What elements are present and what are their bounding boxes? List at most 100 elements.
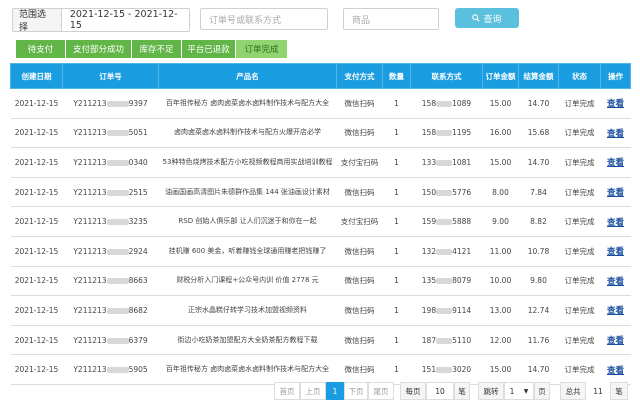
- tab-refunded[interactable]: 平台已退款: [182, 40, 236, 58]
- redacted-mark: [106, 307, 129, 314]
- cell-status: 订单完成: [558, 295, 601, 326]
- col-header-quantity: 数量: [382, 63, 411, 89]
- order-search-input[interactable]: 订单号或联系方式: [200, 8, 328, 30]
- order-no-prefix: Y211213: [73, 187, 107, 197]
- cell-payment: 支付宝扫码: [336, 206, 383, 237]
- phone-prefix: 132: [421, 246, 437, 256]
- redacted-mark: [106, 367, 129, 374]
- order-no-suffix: 2924: [128, 246, 148, 256]
- col-header-status: 状态: [558, 63, 601, 89]
- cell-order-no: Y211213 5905: [62, 354, 159, 385]
- cell-payment: 微信扫码: [336, 88, 383, 119]
- cell-product: 油画国画高清图片朱德群作品集 144 张油画设计素材: [158, 177, 337, 208]
- cell-quantity: 1: [382, 295, 411, 326]
- cell-product: 街边小吃奶茶加盟配方大全奶茶配方教程下载: [158, 325, 337, 356]
- cell-quantity: 1: [382, 206, 411, 237]
- cell-order-no: Y211213 8663: [62, 266, 159, 297]
- cell-date: 2021-12-15: [10, 118, 63, 149]
- cell-settlement: 7.84: [518, 177, 559, 208]
- cell-status: 订单完成: [558, 206, 601, 237]
- cell-settlement: 14.70: [518, 88, 559, 119]
- phone-prefix: 135: [421, 276, 437, 286]
- cell-amount: 10.00: [482, 266, 519, 297]
- cell-amount: 15.00: [482, 88, 519, 119]
- cell-order-no: Y211213 2515: [62, 177, 159, 208]
- cell-date: 2021-12-15: [10, 295, 63, 326]
- view-order-link[interactable]: 查看: [607, 277, 624, 287]
- product-search-input[interactable]: 商品: [343, 8, 439, 30]
- cell-product: 53种特色烧烤技术配方小吃视频教程商用实战培训教程: [158, 147, 337, 178]
- cell-amount: 8.00: [482, 177, 519, 208]
- tab-order-complete[interactable]: 订单完成: [236, 40, 288, 58]
- phone-suffix: 1089: [452, 98, 472, 108]
- table-row: 2021-12-15 Y211213 5051 卤肉卤菜卤水卤料制作技术与配方火爆开店…: [10, 118, 631, 149]
- cell-order-no: Y211213 3235: [62, 206, 159, 237]
- jump-page-select[interactable]: 1 ▼: [504, 382, 534, 400]
- view-order-link[interactable]: 查看: [607, 247, 624, 257]
- redacted-mark: [436, 337, 453, 344]
- phone-suffix: 3020: [452, 365, 472, 375]
- cell-action: 查看: [600, 177, 631, 208]
- date-range-picker[interactable]: 范围选择 2021-12-15 - 2021-12-15: [12, 8, 190, 33]
- cell-quantity: 1: [382, 118, 411, 149]
- cell-quantity: 1: [382, 266, 411, 297]
- cell-status: 订单完成: [558, 236, 601, 267]
- col-header-contact: 联系方式: [410, 63, 483, 89]
- cell-contact: 132 4121: [410, 236, 483, 267]
- phone-prefix: 187: [421, 335, 437, 345]
- cell-settlement: 9.80: [518, 266, 559, 297]
- order-no-suffix: 5905: [128, 365, 148, 375]
- order-no-suffix: 5051: [128, 128, 148, 138]
- cell-status: 订单完成: [558, 354, 601, 385]
- view-order-link[interactable]: 查看: [607, 366, 624, 376]
- cell-contact: 150 5776: [410, 177, 483, 208]
- search-icon: [472, 14, 481, 22]
- cell-settlement: 10.78: [518, 236, 559, 267]
- date-range-value: 2021-12-15 - 2021-12-15: [69, 9, 178, 31]
- cell-action: 查看: [600, 354, 631, 385]
- cell-date: 2021-12-15: [10, 147, 63, 178]
- cell-settlement: 8.82: [518, 206, 559, 237]
- status-tabs: 待支付 支付部分成功 库存不足 平台已退款 订单完成: [16, 40, 288, 58]
- order-no-prefix: Y211213: [73, 276, 107, 286]
- view-order-link[interactable]: 查看: [607, 306, 624, 316]
- order-no-prefix: Y211213: [73, 98, 107, 108]
- view-order-link[interactable]: 查看: [607, 188, 624, 198]
- tab-out-of-stock[interactable]: 库存不足: [132, 40, 182, 58]
- view-order-link[interactable]: 查看: [607, 99, 624, 109]
- cell-contact: 151 3020: [410, 354, 483, 385]
- pager-prev[interactable]: 上页: [300, 382, 326, 400]
- phone-prefix: 133: [421, 157, 437, 167]
- cell-payment: 微信扫码: [336, 118, 383, 149]
- view-order-link[interactable]: 查看: [607, 158, 624, 168]
- col-header-action: 操作: [600, 63, 631, 89]
- per-page-input[interactable]: 10: [426, 382, 454, 400]
- pager-next[interactable]: 下页: [344, 382, 368, 400]
- redacted-mark: [436, 159, 453, 166]
- tab-partial-payment[interactable]: 支付部分成功: [66, 40, 132, 58]
- col-header-product: 产品名: [158, 63, 337, 89]
- cell-order-no: Y211213 2924: [62, 236, 159, 267]
- order-no-suffix: 6379: [128, 335, 148, 345]
- cell-payment: 微信扫码: [336, 295, 383, 326]
- redacted-mark: [436, 248, 453, 255]
- table-row: 2021-12-15 Y211213 5905 百年祖传秘方 卤肉卤菜卤水卤料制作技术…: [10, 354, 631, 385]
- cell-settlement: 12.74: [518, 295, 559, 326]
- table-header-row: 创建日期 订单号 产品名 支付方式 数量 联系方式 订单金额 结算金额 状态 操…: [10, 63, 631, 89]
- cell-payment: 微信扫码: [336, 354, 383, 385]
- phone-prefix: 158: [421, 98, 437, 108]
- cell-status: 订单完成: [558, 118, 601, 149]
- view-order-link[interactable]: 查看: [607, 129, 624, 139]
- cell-settlement: 15.68: [518, 118, 559, 149]
- cell-action: 查看: [600, 295, 631, 326]
- order-no-prefix: Y211213: [73, 365, 107, 375]
- search-button[interactable]: 查询: [455, 8, 519, 28]
- cell-amount: 9.00: [482, 206, 519, 237]
- cell-status: 订单完成: [558, 177, 601, 208]
- view-order-link[interactable]: 查看: [607, 218, 624, 228]
- pager-last[interactable]: 尾页: [368, 382, 394, 400]
- pager-current-page[interactable]: 1: [326, 382, 344, 400]
- tab-pending-payment[interactable]: 待支付: [16, 40, 66, 58]
- view-order-link[interactable]: 查看: [607, 336, 624, 346]
- pager-first[interactable]: 首页: [274, 382, 300, 400]
